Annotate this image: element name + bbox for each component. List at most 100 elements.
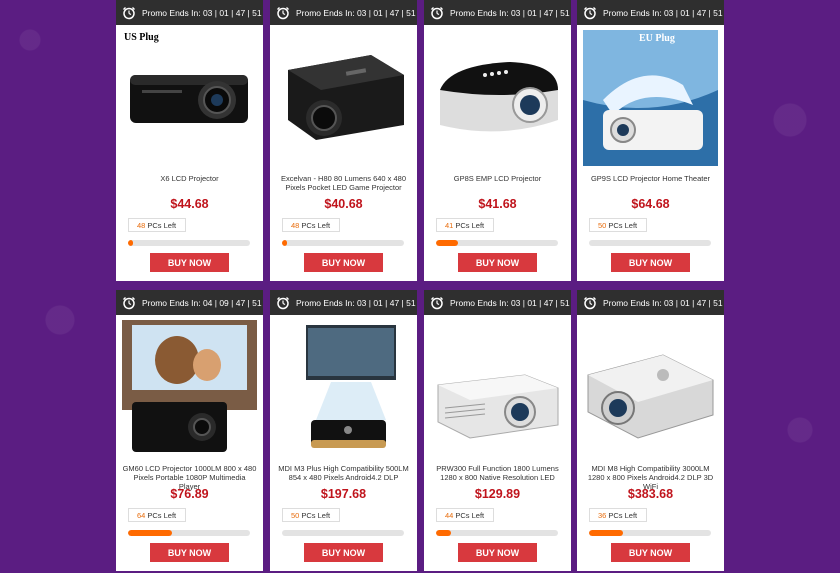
buy-now-button[interactable]: BUY NOW	[150, 543, 229, 562]
product-name[interactable]: PRW300 Full Function 1800 Lumens 1280 x …	[430, 464, 565, 488]
product-name[interactable]: MDI M3 Plus High Compatibility 500LM 854…	[276, 464, 411, 488]
stock-progress-fill	[436, 530, 451, 536]
buy-now-button[interactable]: BUY NOW	[304, 543, 383, 562]
stock-progress-bar	[128, 530, 250, 536]
promo-countdown: Promo Ends In: 04 | 09 | 47 | 51	[142, 297, 262, 308]
product-name[interactable]: GP8S EMP LCD Projector	[430, 174, 565, 198]
plug-label: US Plug	[124, 32, 159, 43]
stock-badge: 50 PCs Left	[589, 218, 647, 232]
alarm-clock-icon	[583, 296, 597, 310]
product-price: $64.68	[631, 197, 670, 211]
stock-count: 44	[445, 510, 454, 520]
product-image[interactable]	[430, 320, 565, 456]
promo-header: Promo Ends In: 03 | 01 | 47 | 51	[424, 0, 571, 25]
stock-count: 64	[137, 510, 146, 520]
stock-badge: 48 PCs Left	[282, 218, 340, 232]
promo-header: Promo Ends In: 03 | 01 | 47 | 51	[270, 0, 417, 25]
promo-countdown: Promo Ends In: 03 | 01 | 47 | 51	[296, 7, 416, 18]
stock-count: 48	[291, 220, 300, 230]
stock-progress-bar	[589, 530, 711, 536]
stock-suffix: PCs Left	[455, 220, 485, 230]
promo-countdown: Promo Ends In: 03 | 01 | 47 | 51	[296, 297, 416, 308]
stock-badge: 64 PCs Left	[128, 508, 186, 522]
stock-progress-fill	[128, 240, 133, 246]
stock-suffix: PCs Left	[608, 510, 638, 520]
stock-progress-bar	[128, 240, 250, 246]
buy-now-button[interactable]: BUY NOW	[611, 253, 690, 272]
product-image[interactable]	[122, 320, 257, 456]
stock-progress-fill	[436, 240, 458, 246]
product-price: $197.68	[320, 487, 367, 501]
product-card[interactable]: Promo Ends In: 03 | 01 | 47 | 51 MDI M8 …	[577, 290, 724, 571]
stock-count: 50	[291, 510, 300, 520]
product-name[interactable]: GP9S LCD Projector Home Theater	[583, 174, 718, 198]
stock-badge: 36 PCs Left	[589, 508, 647, 522]
alarm-clock-icon	[276, 296, 290, 310]
stock-progress-bar	[436, 240, 558, 246]
promo-countdown: Promo Ends In: 03 | 01 | 47 | 51	[142, 7, 262, 18]
product-image[interactable]	[276, 320, 411, 456]
stock-count: 50	[598, 220, 607, 230]
buy-now-button[interactable]: BUY NOW	[611, 543, 690, 562]
stock-badge: 44 PCs Left	[436, 508, 494, 522]
product-card[interactable]: Promo Ends In: 03 | 01 | 47 | 51 GP8S EM…	[424, 0, 571, 281]
stock-progress-bar	[589, 240, 711, 246]
product-image[interactable]	[583, 320, 718, 456]
stock-progress-fill	[589, 530, 624, 536]
product-price: $383.68	[627, 487, 674, 501]
stock-suffix: PCs Left	[147, 220, 177, 230]
product-card[interactable]: Promo Ends In: 04 | 09 | 47 | 51 GM60 LC…	[116, 290, 263, 571]
alarm-clock-icon	[583, 6, 597, 20]
promo-header: Promo Ends In: 03 | 01 | 47 | 51	[577, 0, 724, 25]
product-price: $41.68	[478, 197, 517, 211]
promo-countdown: Promo Ends In: 03 | 01 | 47 | 51	[603, 7, 723, 18]
alarm-clock-icon	[430, 6, 444, 20]
plug-label: EU Plug	[639, 33, 675, 44]
alarm-clock-icon	[122, 296, 136, 310]
product-image[interactable]	[583, 30, 718, 166]
product-price: $40.68	[324, 197, 363, 211]
buy-now-button[interactable]: BUY NOW	[304, 253, 383, 272]
product-image[interactable]	[276, 30, 411, 166]
product-card[interactable]: Promo Ends In: 03 | 01 | 47 | 51 Excelva…	[270, 0, 417, 281]
stock-badge: 41 PCs Left	[436, 218, 494, 232]
buy-now-button[interactable]: BUY NOW	[150, 253, 229, 272]
promo-countdown: Promo Ends In: 03 | 01 | 47 | 51	[603, 297, 723, 308]
stock-progress-bar	[436, 530, 558, 536]
product-name[interactable]: GM60 LCD Projector 1000LM 800 x 480 Pixe…	[122, 464, 257, 491]
product-card[interactable]: Promo Ends In: 03 | 01 | 47 | 51 MDI M3 …	[270, 290, 417, 571]
stock-badge: 48 PCs Left	[128, 218, 186, 232]
product-name[interactable]: Excelvan - H80 80 Lumens 640 x 480 Pixel…	[276, 174, 411, 198]
stock-suffix: PCs Left	[147, 510, 177, 520]
product-card[interactable]: Promo Ends In: 03 | 01 | 47 | 51 EU Plug…	[577, 0, 724, 281]
product-image[interactable]	[122, 30, 257, 166]
product-card[interactable]: Promo Ends In: 03 | 01 | 47 | 51 US Plug…	[116, 0, 263, 281]
promo-header: Promo Ends In: 03 | 01 | 47 | 51	[424, 290, 571, 315]
promo-header: Promo Ends In: 03 | 01 | 47 | 51	[116, 0, 263, 25]
product-name[interactable]: X6 LCD Projector	[122, 174, 257, 198]
stock-progress-fill	[128, 530, 172, 536]
product-name[interactable]: MDI M8 High Compatibility 3000LM 1280 x …	[583, 464, 718, 491]
buy-now-button[interactable]: BUY NOW	[458, 543, 537, 562]
product-price: $44.68	[170, 197, 209, 211]
alarm-clock-icon	[122, 6, 136, 20]
stock-suffix: PCs Left	[301, 510, 331, 520]
stock-count: 48	[137, 220, 146, 230]
stock-progress-bar	[282, 530, 404, 536]
stock-count: 41	[445, 220, 454, 230]
promo-header: Promo Ends In: 04 | 09 | 47 | 51	[116, 290, 263, 315]
product-card[interactable]: Promo Ends In: 03 | 01 | 47 | 51 PRW300 …	[424, 290, 571, 571]
buy-now-button[interactable]: BUY NOW	[458, 253, 537, 272]
promo-header: Promo Ends In: 03 | 01 | 47 | 51	[577, 290, 724, 315]
promo-countdown: Promo Ends In: 03 | 01 | 47 | 51	[450, 297, 570, 308]
stock-progress-bar	[282, 240, 404, 246]
promo-header: Promo Ends In: 03 | 01 | 47 | 51	[270, 290, 417, 315]
stock-suffix: PCs Left	[301, 220, 331, 230]
product-image[interactable]	[430, 30, 565, 166]
alarm-clock-icon	[276, 6, 290, 20]
stock-suffix: PCs Left	[455, 510, 485, 520]
product-price: $76.89	[170, 487, 209, 501]
alarm-clock-icon	[430, 296, 444, 310]
stock-suffix: PCs Left	[608, 220, 638, 230]
stock-badge: 50 PCs Left	[282, 508, 340, 522]
